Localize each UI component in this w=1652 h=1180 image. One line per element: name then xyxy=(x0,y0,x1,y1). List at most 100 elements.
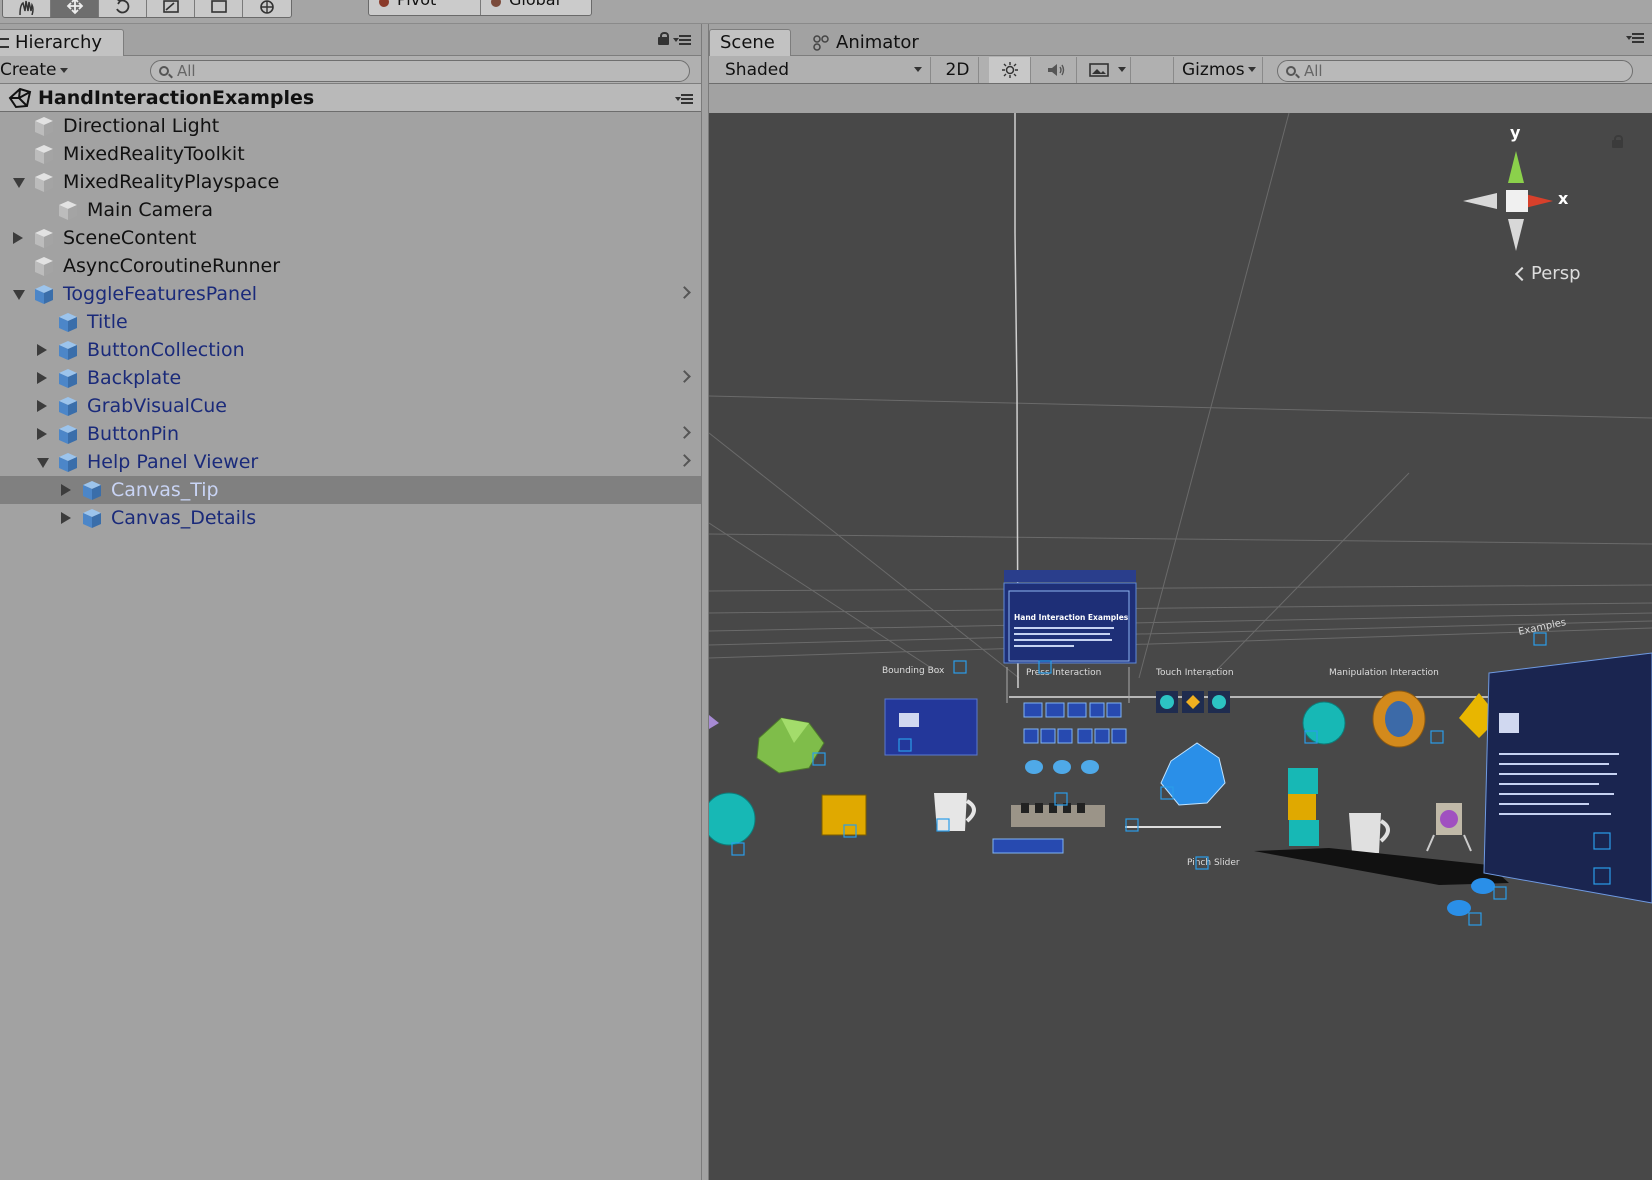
hierarchy-item[interactable]: Canvas_Tip xyxy=(0,476,701,504)
white-mug-right xyxy=(1349,813,1381,853)
examples-label: Examples xyxy=(1517,617,1567,638)
open-prefab-chevron-icon[interactable] xyxy=(678,454,691,467)
rotate-tool-button[interactable] xyxy=(99,0,147,17)
dark-platform xyxy=(1254,848,1509,885)
scene-render: Hand Interaction Examples Bounding Box P… xyxy=(709,113,1652,926)
hierarchy-item[interactable]: ToggleFeaturesPanel xyxy=(0,280,701,308)
panel-divider[interactable] xyxy=(701,24,709,1180)
shading-mode-dropdown[interactable]: Shaded xyxy=(715,57,931,83)
hierarchy-item-label: SceneContent xyxy=(63,227,197,249)
panel-menu-icon[interactable] xyxy=(673,34,691,45)
foldout-open-icon[interactable] xyxy=(13,290,25,300)
rect-icon xyxy=(210,0,227,13)
prefab-cube-icon xyxy=(83,481,101,500)
prefab-cube-icon xyxy=(83,509,101,528)
hierarchy-item[interactable]: MixedRealityPlayspace xyxy=(0,168,701,196)
persp-arrow-icon xyxy=(1514,266,1530,282)
audio-toggle-button[interactable] xyxy=(1035,57,1077,83)
2d-label: 2D xyxy=(945,60,970,80)
scene-root-row[interactable]: HandInteractionExamples xyxy=(0,84,701,112)
move-tool-button[interactable] xyxy=(51,0,99,17)
hierarchy-item-label: Canvas_Details xyxy=(111,507,257,529)
foldout-closed-icon[interactable] xyxy=(37,400,47,412)
lighting-toggle-button[interactable] xyxy=(989,57,1031,83)
scene-menu-icon[interactable] xyxy=(675,93,693,104)
gameobject-cube-icon xyxy=(59,201,77,220)
foldout-closed-icon[interactable] xyxy=(37,344,47,356)
hierarchy-item[interactable]: GrabVisualCue xyxy=(0,392,701,420)
hierarchy-item[interactable]: Help Panel Viewer xyxy=(0,448,701,476)
scale-tool-button[interactable] xyxy=(147,0,195,17)
panel-menu-icon[interactable] xyxy=(1626,32,1644,43)
sun-icon xyxy=(1001,62,1018,78)
gizmos-dropdown[interactable]: Gizmos xyxy=(1173,57,1263,83)
scene-tabbar: Scene Animator xyxy=(709,24,1652,57)
projection-toggle[interactable]: Persp xyxy=(1514,263,1581,284)
tab-hierarchy-label: Hierarchy xyxy=(15,32,103,53)
prefab-cube-icon xyxy=(59,341,77,360)
foldout-open-icon[interactable] xyxy=(13,178,25,188)
purple-marker xyxy=(709,715,719,729)
button-row xyxy=(992,838,1064,854)
global-button[interactable]: Global xyxy=(481,0,591,15)
prefab-cube-icon xyxy=(59,397,77,416)
hierarchy-item[interactable]: Main Camera xyxy=(0,196,701,224)
hand-interaction-title: Hand Interaction Examples xyxy=(1014,613,1129,622)
hierarchy-item-label: ButtonCollection xyxy=(87,339,245,361)
hierarchy-item[interactable]: SceneContent xyxy=(0,224,701,252)
blue-icosphere xyxy=(1160,742,1226,806)
rect-tool-button[interactable] xyxy=(195,0,243,17)
hierarchy-item[interactable]: MixedRealityToolkit xyxy=(0,140,701,168)
foldout-closed-icon[interactable] xyxy=(61,484,71,496)
hierarchy-panel: Hierarchy Create All HandInteractionExam… xyxy=(0,24,701,1180)
hierarchy-item-label: GrabVisualCue xyxy=(87,395,227,417)
foldout-closed-icon[interactable] xyxy=(37,428,47,440)
foldout-open-icon[interactable] xyxy=(37,458,49,468)
transform-tool-button[interactable] xyxy=(243,0,291,17)
hierarchy-search-input[interactable]: All xyxy=(150,60,690,82)
orientation-gizmo[interactable]: y x xyxy=(1451,123,1581,253)
create-label: Create xyxy=(0,60,57,80)
prefab-cube-icon xyxy=(59,313,77,332)
tab-scene-label: Scene xyxy=(720,32,775,53)
projection-label: Persp xyxy=(1531,263,1581,284)
create-button[interactable]: Create xyxy=(0,58,74,82)
tab-animator[interactable]: Animator xyxy=(801,29,931,57)
cyan-sphere-left xyxy=(709,792,756,846)
pivot-button[interactable]: Pivot xyxy=(369,0,481,15)
scene-search-input[interactable]: All xyxy=(1277,60,1633,82)
scene-search-placeholder: All xyxy=(1304,62,1323,80)
right-info-panel xyxy=(1483,652,1652,904)
lunar-lander xyxy=(1426,803,1472,852)
globe-icon xyxy=(491,0,501,7)
hierarchy-item[interactable]: Canvas_Details xyxy=(0,504,701,532)
hierarchy-item-label: Backplate xyxy=(87,367,182,389)
tab-scene[interactable]: Scene xyxy=(709,29,791,57)
scene-viewport[interactable]: Hand Interaction Examples Bounding Box P… xyxy=(709,113,1652,1180)
hand-tool-button[interactable] xyxy=(3,0,51,17)
foldout-closed-icon[interactable] xyxy=(61,512,71,524)
foldout-closed-icon[interactable] xyxy=(13,232,23,244)
hierarchy-item[interactable]: Directional Light xyxy=(0,112,701,140)
hierarchy-item[interactable]: AsyncCoroutineRunner xyxy=(0,252,701,280)
hierarchy-item[interactable]: Backplate xyxy=(0,364,701,392)
hierarchy-item[interactable]: ButtonPin xyxy=(0,420,701,448)
gizmo-lock-icon[interactable] xyxy=(1612,135,1623,148)
gameobject-cube-icon xyxy=(35,173,53,192)
hierarchy-item[interactable]: Title xyxy=(0,308,701,336)
tab-animator-label: Animator xyxy=(836,32,919,53)
open-prefab-chevron-icon[interactable] xyxy=(678,370,691,383)
tab-hierarchy[interactable]: Hierarchy xyxy=(0,29,124,57)
hierarchy-item-label: ButtonPin xyxy=(87,423,180,445)
pivot-icon xyxy=(379,0,389,7)
open-prefab-chevron-icon[interactable] xyxy=(678,286,691,299)
effects-dropdown[interactable] xyxy=(1081,57,1131,83)
hierarchy-item[interactable]: ButtonCollection xyxy=(0,336,701,364)
hierarchy-panel-menu xyxy=(658,32,691,45)
hierarchy-item-label: Main Camera xyxy=(87,199,213,221)
lock-icon[interactable] xyxy=(658,32,669,45)
open-prefab-chevron-icon[interactable] xyxy=(678,426,691,439)
2d-toggle-button[interactable]: 2D xyxy=(937,57,979,83)
prefab-cube-icon xyxy=(59,425,77,444)
foldout-closed-icon[interactable] xyxy=(37,372,47,384)
